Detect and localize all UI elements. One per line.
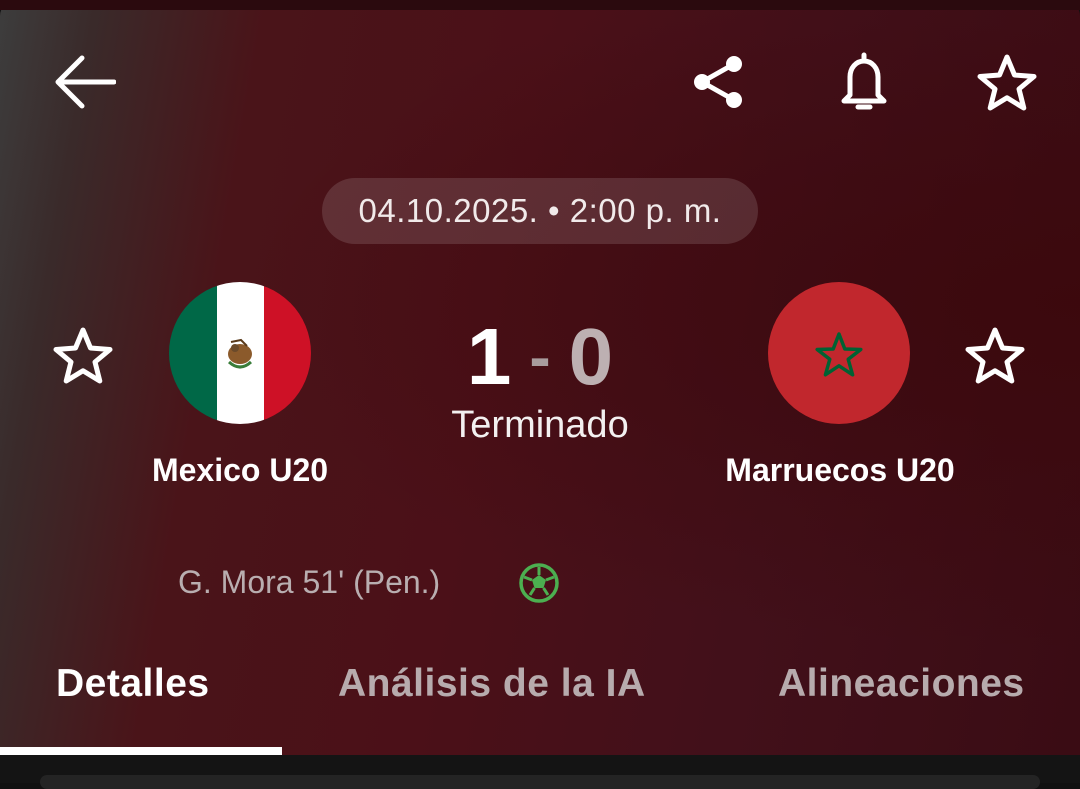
match-score: 1 - 0 (440, 312, 640, 402)
match-status: Terminado (451, 404, 629, 446)
back-button[interactable] (44, 50, 124, 114)
bell-icon (841, 52, 887, 110)
share-icon (694, 56, 742, 108)
arrow-left-icon (55, 55, 116, 109)
away-score: 0 (568, 312, 614, 401)
notifications-button[interactable] (832, 50, 896, 114)
goal-scorer: G. Mora 51' (Pen.) (178, 564, 441, 600)
home-score: 1 (466, 312, 512, 401)
tab-alineaciones[interactable]: Alineaciones (778, 662, 1025, 706)
star-outline-icon (977, 54, 1037, 111)
away-team-name[interactable]: Marruecos U20 (700, 452, 980, 489)
favorite-away-team-button[interactable] (962, 324, 1028, 388)
score-separator: - (529, 321, 551, 393)
star-outline-icon (965, 327, 1025, 384)
mexico-flag[interactable] (169, 282, 311, 424)
home-team-name[interactable]: Mexico U20 (120, 452, 360, 489)
soccer-ball-icon (518, 562, 560, 604)
active-tab-indicator (0, 747, 282, 755)
tab-analisis-ia[interactable]: Análisis de la IA (338, 662, 646, 706)
favorite-home-team-button[interactable] (50, 324, 116, 388)
star-outline-icon (53, 327, 113, 384)
morocco-flag[interactable] (768, 282, 910, 424)
favorite-match-button[interactable] (974, 50, 1040, 116)
share-button[interactable] (686, 50, 750, 114)
status-bar-strip (0, 0, 1080, 10)
bottom-bar (0, 755, 1080, 789)
match-datetime: 04.10.2025. • 2:00 p. m. (322, 178, 758, 244)
tab-detalles[interactable]: Detalles (56, 662, 210, 706)
match-tabs: Detalles Análisis de la IA Alineaciones (0, 640, 1080, 755)
sheet-handle (40, 775, 1040, 789)
